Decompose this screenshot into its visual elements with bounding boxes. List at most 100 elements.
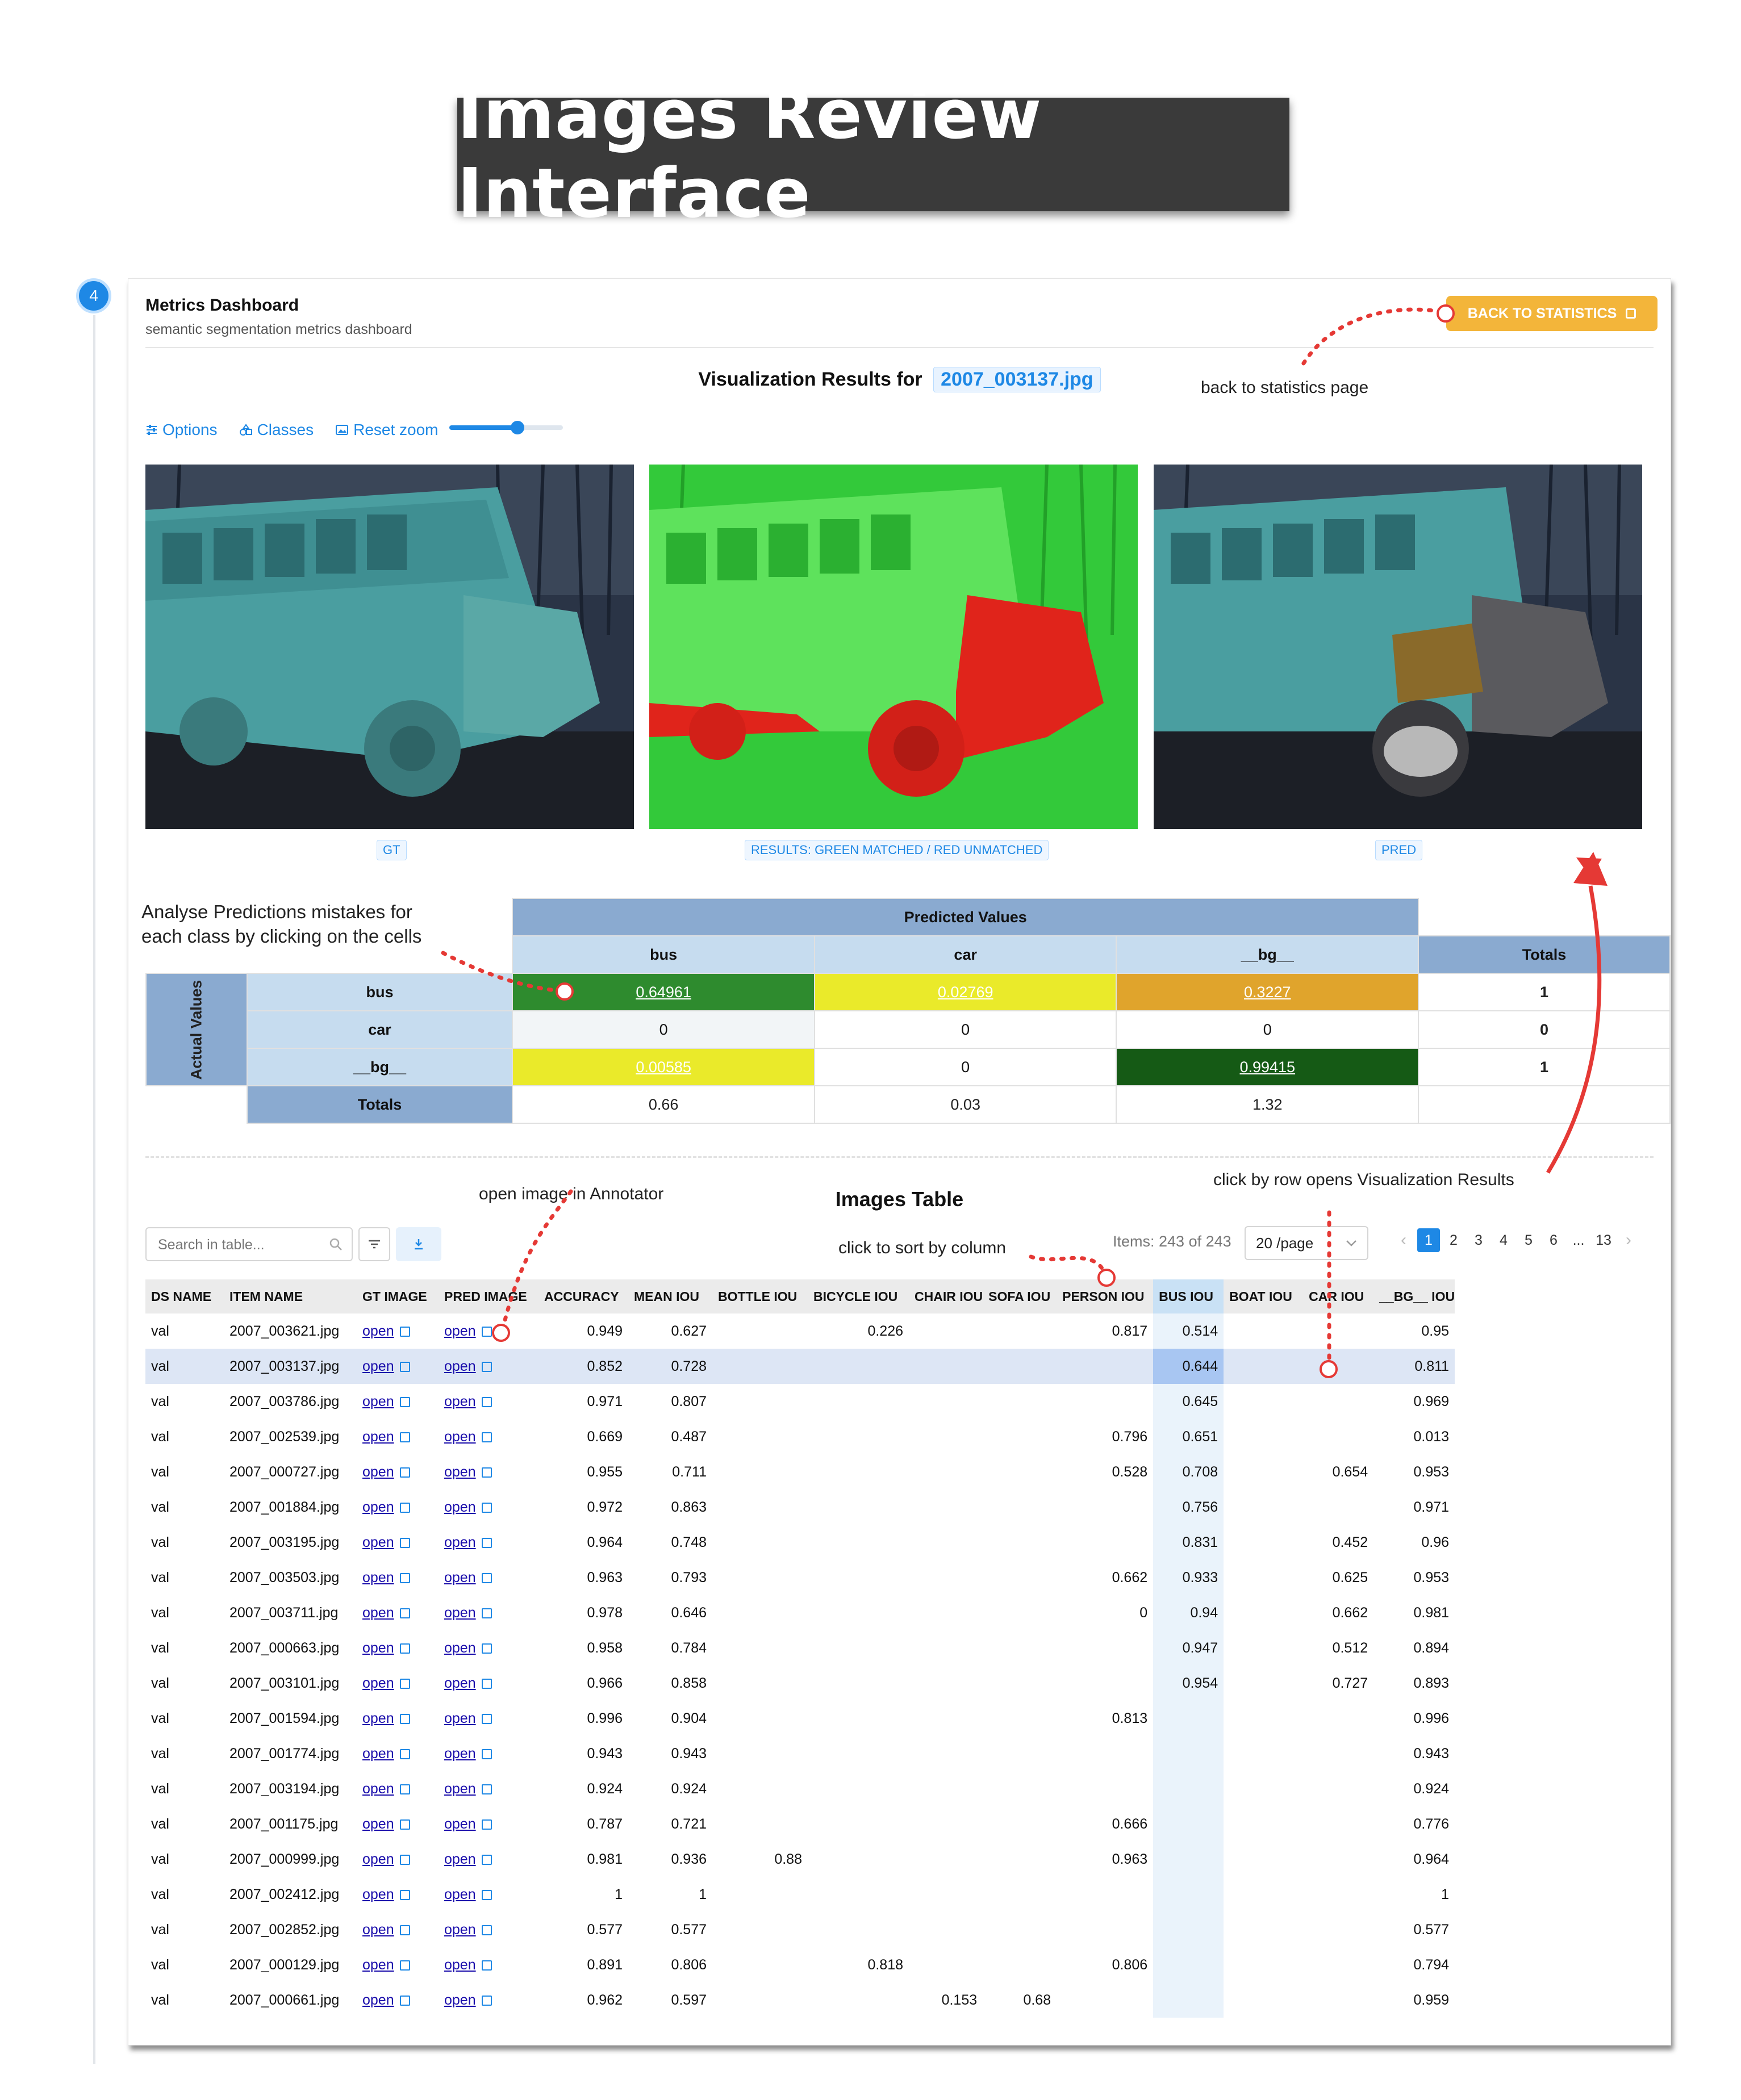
external-link-icon[interactable] — [481, 1925, 492, 1935]
cm-cell-bg-bg[interactable]: 0.99415 — [1116, 1048, 1419, 1086]
open-pred-image-link[interactable]: open — [444, 1710, 476, 1726]
open-pred-image-link[interactable]: open — [444, 1429, 476, 1445]
external-link-icon[interactable] — [481, 1643, 492, 1654]
external-link-icon[interactable] — [481, 1396, 492, 1407]
open-gt-image-link[interactable]: open — [362, 1816, 394, 1832]
table-row[interactable]: val 2007_000727.jpg open open 0.955 0.711 0.52… — [145, 1454, 1455, 1490]
external-link-icon[interactable] — [399, 1361, 410, 1372]
external-link-icon[interactable] — [481, 1326, 492, 1337]
page-button[interactable]: 4 — [1492, 1228, 1515, 1252]
open-pred-image-link[interactable]: open — [444, 1992, 476, 2008]
open-gt-image-link[interactable]: open — [362, 1534, 394, 1550]
open-pred-image-link[interactable]: open — [444, 1675, 476, 1691]
external-link-icon[interactable] — [399, 1960, 410, 1971]
page-button[interactable]: 13 — [1592, 1228, 1615, 1252]
page-button[interactable]: 5 — [1517, 1228, 1540, 1252]
table-row[interactable]: val 2007_001594.jpg open open 0.996 0.904 0.81… — [145, 1701, 1455, 1736]
cm-cell-value[interactable]: 0.02769 — [938, 984, 993, 1001]
external-link-icon[interactable] — [481, 1432, 492, 1442]
filter-button[interactable] — [358, 1227, 390, 1261]
page-button-current[interactable]: 1 — [1417, 1228, 1440, 1252]
open-gt-image-link[interactable]: open — [362, 1499, 394, 1515]
open-gt-image-link[interactable]: open — [362, 1358, 394, 1374]
external-link-icon[interactable] — [399, 1572, 410, 1583]
column-header-sofa-iou[interactable]: SOFA IOU — [983, 1279, 1057, 1313]
external-link-icon[interactable] — [399, 1784, 410, 1794]
table-row[interactable]: val 2007_003503.jpg open open 0.963 0.793 0.66… — [145, 1560, 1455, 1595]
open-pred-image-link[interactable]: open — [444, 1323, 476, 1339]
open-gt-image-link[interactable]: open — [362, 1922, 394, 1938]
column-header-accuracy[interactable]: ACCURACY — [538, 1279, 628, 1313]
open-pred-image-link[interactable]: open — [444, 1358, 476, 1374]
table-row[interactable]: val 2007_002852.jpg open open 0.577 0.577 0.57… — [145, 1912, 1455, 1947]
table-row[interactable]: val 2007_000999.jpg open open 0.981 0.936 0.88… — [145, 1842, 1455, 1877]
external-link-icon[interactable] — [481, 1608, 492, 1618]
open-pred-image-link[interactable]: open — [444, 1851, 476, 1867]
table-row[interactable]: val 2007_003786.jpg open open 0.971 0.807 0.64… — [145, 1384, 1455, 1419]
column-header-mean-iou[interactable]: MEAN IOU — [628, 1279, 712, 1313]
external-link-icon[interactable] — [399, 1995, 410, 2006]
external-link-icon[interactable] — [399, 1643, 410, 1654]
open-pred-image-link[interactable]: open — [444, 1640, 476, 1656]
page-button[interactable]: 3 — [1467, 1228, 1490, 1252]
open-gt-image-link[interactable]: open — [362, 1640, 394, 1656]
open-gt-image-link[interactable]: open — [362, 1464, 394, 1480]
open-pred-image-link[interactable]: open — [444, 1957, 476, 1973]
open-pred-image-link[interactable]: open — [444, 1605, 476, 1621]
external-link-icon[interactable] — [481, 1784, 492, 1794]
external-link-icon[interactable] — [399, 1889, 410, 1900]
classes-button[interactable]: Classes — [239, 421, 314, 439]
table-row[interactable]: val 2007_002539.jpg open open 0.669 0.487 0.79… — [145, 1419, 1455, 1454]
column-header-item-name[interactable]: ITEM NAME — [224, 1279, 357, 1313]
table-row[interactable]: val 2007_003101.jpg open open 0.966 0.858 0.95… — [145, 1666, 1455, 1701]
table-row[interactable]: val 2007_001774.jpg open open 0.943 0.943 0.94… — [145, 1736, 1455, 1771]
external-link-icon[interactable] — [399, 1537, 410, 1548]
external-link-icon[interactable] — [481, 1995, 492, 2006]
open-pred-image-link[interactable]: open — [444, 1922, 476, 1938]
open-gt-image-link[interactable]: open — [362, 1605, 394, 1621]
open-gt-image-link[interactable]: open — [362, 1394, 394, 1409]
column-header-ds-name[interactable]: DS NAME — [145, 1279, 224, 1313]
column-header-bottle-iou[interactable]: BOTTLE IOU — [712, 1279, 808, 1313]
open-gt-image-link[interactable]: open — [362, 1429, 394, 1445]
table-search-box[interactable] — [145, 1227, 353, 1261]
open-pred-image-link[interactable]: open — [444, 1781, 476, 1797]
external-link-icon[interactable] — [481, 1361, 492, 1372]
external-link-icon[interactable] — [481, 1502, 492, 1513]
open-pred-image-link[interactable]: open — [444, 1746, 476, 1762]
table-row[interactable]: val 2007_001175.jpg open open 0.787 0.721 0.66… — [145, 1806, 1455, 1842]
external-link-icon[interactable] — [399, 1396, 410, 1407]
table-row[interactable]: val 2007_003621.jpg open open 0.949 0.627 0.22… — [145, 1313, 1455, 1349]
column-header-car-iou[interactable]: CAR IOU — [1303, 1279, 1374, 1313]
external-link-icon[interactable] — [399, 1819, 410, 1830]
open-pred-image-link[interactable]: open — [444, 1499, 476, 1515]
table-row[interactable]: val 2007_002412.jpg open open 1 1 1 — [145, 1877, 1455, 1912]
column-header-gt-image[interactable]: GT IMAGE — [357, 1279, 439, 1313]
external-link-icon[interactable] — [399, 1608, 410, 1618]
open-gt-image-link[interactable]: open — [362, 1746, 394, 1762]
zoom-slider[interactable] — [449, 421, 563, 434]
external-link-icon[interactable] — [481, 1854, 492, 1865]
gt-image[interactable] — [145, 465, 634, 829]
table-row[interactable]: val 2007_003195.jpg open open 0.964 0.748 0.83… — [145, 1525, 1455, 1560]
table-row[interactable]: val 2007_000661.jpg open open 0.962 0.597 0.15… — [145, 1982, 1455, 2018]
external-link-icon[interactable] — [481, 1537, 492, 1548]
cm-cell-bg-bus[interactable]: 0.00585 — [512, 1048, 815, 1086]
column-header-bg-iou[interactable]: __BG__ IOU — [1373, 1279, 1455, 1313]
open-gt-image-link[interactable]: open — [362, 1710, 394, 1726]
open-gt-image-link[interactable]: open — [362, 1957, 394, 1973]
open-pred-image-link[interactable]: open — [444, 1534, 476, 1550]
external-link-icon[interactable] — [399, 1748, 410, 1759]
open-pred-image-link[interactable]: open — [444, 1570, 476, 1586]
external-link-icon[interactable] — [399, 1502, 410, 1513]
chevron-right-icon[interactable]: › — [1617, 1228, 1640, 1252]
open-pred-image-link[interactable]: open — [444, 1394, 476, 1409]
results-image[interactable] — [649, 465, 1138, 829]
column-header-boat-iou[interactable]: BOAT IOU — [1224, 1279, 1304, 1313]
cm-cell-value[interactable]: 0.99415 — [1239, 1059, 1295, 1076]
download-button[interactable] — [396, 1227, 441, 1261]
external-link-icon[interactable] — [481, 1819, 492, 1830]
cm-cell-value[interactable]: 0.64961 — [636, 984, 691, 1001]
external-link-icon[interactable] — [481, 1467, 492, 1478]
external-link-icon[interactable] — [481, 1960, 492, 1971]
